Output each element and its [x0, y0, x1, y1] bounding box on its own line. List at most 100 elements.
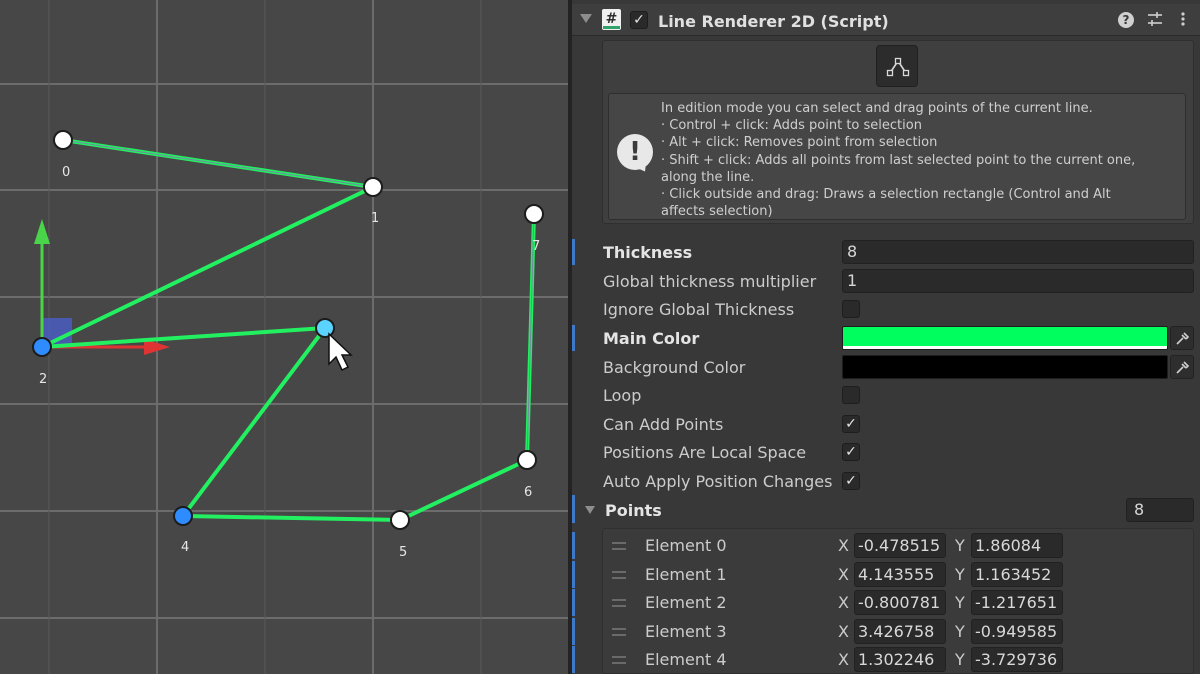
x-label: X [838, 593, 849, 612]
edit-points-icon [886, 57, 910, 77]
component-enabled-checkbox[interactable]: ✓ [630, 11, 648, 29]
element-label: Element 1 [645, 565, 727, 584]
x-label: X [838, 622, 849, 641]
control-point-5[interactable] [390, 510, 410, 530]
y-label: Y [955, 565, 965, 584]
loop-checkbox[interactable] [842, 386, 860, 404]
list-item: Element 2 X -0.800781 Y -1.217651 [572, 589, 1200, 617]
preset-icon[interactable] [1146, 11, 1164, 29]
local-space-checkbox[interactable]: ✓ [842, 443, 860, 461]
ignore-global-thickness-checkbox[interactable] [842, 300, 860, 318]
y-label: Y [955, 622, 965, 641]
background-color-label: Background Color [603, 358, 746, 377]
info-exclamation-icon: ! [617, 134, 653, 170]
auto-apply-row: Auto Apply Position Changes ✓ [572, 468, 1200, 496]
x-field[interactable]: 3.426758 [854, 619, 946, 644]
help-line: along the line. [661, 169, 755, 185]
x-field[interactable]: -0.478515 [854, 533, 946, 558]
override-marker [572, 589, 575, 616]
scene-view[interactable]: 0 1 2 3 4 5 6 7 [0, 0, 568, 674]
help-box-text: In edition mode you can select and drag … [661, 100, 1181, 220]
override-marker [572, 532, 575, 559]
drag-handle-icon[interactable] [612, 599, 626, 607]
point-label-2: 2 [39, 372, 47, 387]
eyedropper-icon [1176, 361, 1189, 374]
point-label-7: 7 [532, 239, 540, 254]
control-point-4[interactable] [173, 506, 193, 526]
help-line: · Alt + click: Removes point from select… [661, 135, 938, 151]
component-foldout-icon[interactable] [580, 14, 592, 23]
auto-apply-checkbox[interactable]: ✓ [842, 472, 860, 490]
alpha-bar [843, 346, 1167, 349]
x-field[interactable]: 4.143555 [854, 562, 946, 587]
y-field[interactable]: 1.163452 [971, 562, 1063, 587]
loop-row: Loop [572, 382, 1200, 410]
control-point-3[interactable] [315, 318, 335, 338]
override-marker [572, 646, 575, 673]
global-thickness-row: Global thickness multiplier 1 [572, 268, 1200, 296]
help-box: ! In edition mode you can select and dra… [608, 93, 1186, 220]
thickness-field[interactable]: 8 [842, 240, 1194, 264]
element-label: Element 2 [645, 593, 727, 612]
control-point-0[interactable] [53, 130, 73, 150]
points-header[interactable]: Points 8 [572, 495, 1200, 525]
x-label: X [838, 536, 849, 555]
help-line: · Control + click: Adds point to selecti… [661, 118, 922, 134]
x-field[interactable]: 1.302246 [854, 647, 946, 672]
point-label-6: 6 [524, 485, 532, 500]
can-add-points-label: Can Add Points [603, 415, 724, 434]
drag-handle-icon[interactable] [612, 628, 626, 636]
override-marker [572, 239, 575, 265]
main-color-swatch[interactable] [842, 326, 1168, 350]
drag-handle-icon[interactable] [612, 542, 626, 550]
y-field[interactable]: 1.86084 [971, 533, 1063, 558]
x-field[interactable]: -0.800781 [854, 590, 946, 615]
grid [0, 0, 568, 674]
background-color-swatch[interactable] [842, 355, 1168, 379]
control-point-7[interactable] [524, 204, 544, 224]
ignore-global-thickness-row: Ignore Global Thickness [572, 296, 1200, 324]
override-marker [572, 325, 575, 351]
override-marker [572, 495, 575, 523]
list-item: Element 3 X 3.426758 Y -0.949585 [572, 618, 1200, 646]
help-line: In edition mode you can select and drag … [661, 101, 1093, 116]
loop-label: Loop [603, 386, 642, 405]
background-color-row: Background Color [572, 354, 1200, 382]
gizmo-y-arrow[interactable] [34, 219, 50, 244]
override-marker [572, 561, 575, 588]
thickness-row: Thickness 8 [572, 239, 1200, 267]
background-color-picker-button[interactable] [1170, 355, 1194, 379]
y-field[interactable]: -0.949585 [971, 619, 1063, 644]
y-field[interactable]: -1.217651 [971, 590, 1063, 615]
scene-canvas[interactable]: 0 1 2 3 4 5 6 7 [0, 0, 568, 674]
control-point-1[interactable] [363, 177, 383, 197]
local-space-label: Positions Are Local Space [603, 443, 807, 462]
y-field[interactable]: -3.729736 [971, 647, 1063, 672]
control-point-6[interactable] [517, 450, 537, 470]
point-label-0: 0 [62, 165, 70, 180]
more-menu-icon[interactable] [1174, 11, 1192, 29]
edit-points-button[interactable] [876, 45, 918, 87]
element-label: Element 4 [645, 650, 727, 669]
can-add-points-checkbox[interactable]: ✓ [842, 415, 860, 433]
points-size-field[interactable]: 8 [1126, 498, 1194, 522]
inspector-panel: # ✓ Line Renderer 2D (Script) ? ! In edi… [572, 0, 1200, 674]
component-header[interactable]: # ✓ Line Renderer 2D (Script) ? [572, 4, 1200, 36]
global-thickness-field[interactable]: 1 [842, 269, 1194, 293]
control-point-2[interactable] [32, 337, 52, 357]
local-space-row: Positions Are Local Space ✓ [572, 439, 1200, 467]
x-label: X [838, 565, 849, 584]
x-label: X [838, 650, 849, 669]
move-gizmo[interactable] [34, 219, 170, 355]
mouse-cursor-icon [328, 332, 353, 372]
points-foldout-icon[interactable] [585, 506, 595, 514]
point-label-5: 5 [399, 545, 407, 560]
drag-handle-icon[interactable] [612, 571, 626, 579]
main-color-picker-button[interactable] [1170, 326, 1194, 350]
component-title: Line Renderer 2D (Script) [658, 12, 889, 31]
help-icon[interactable]: ? [1118, 12, 1134, 28]
list-item: Element 0 X -0.478515 Y 1.86084 [572, 532, 1200, 560]
main-color-label: Main Color [603, 329, 700, 348]
drag-handle-icon[interactable] [612, 656, 626, 664]
main-color-row: Main Color [572, 325, 1200, 353]
